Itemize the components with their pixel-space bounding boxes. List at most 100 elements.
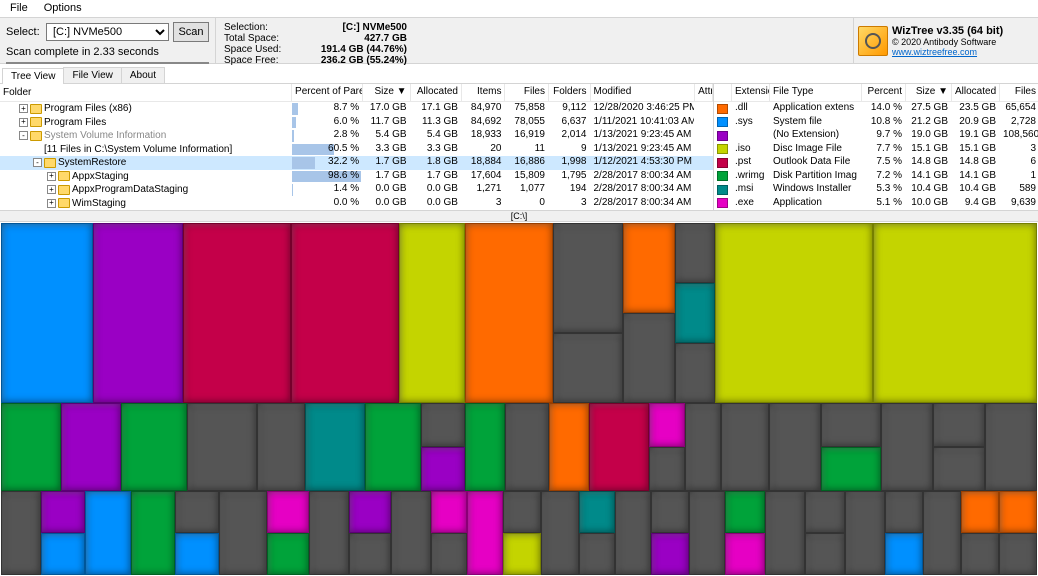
treemap-block[interactable] — [421, 447, 465, 491]
col-ext-size[interactable]: Size ▼ — [906, 84, 952, 101]
treemap-block[interactable] — [467, 491, 503, 575]
treemap-block[interactable] — [553, 333, 623, 403]
ext-row[interactable]: .msiWindows Installer5.3 %10.4 GB10.4 GB… — [714, 183, 1038, 197]
treemap-block[interactable] — [999, 491, 1037, 533]
col-size[interactable]: Size ▼ — [363, 84, 410, 101]
ext-row[interactable]: .pstOutlook Data File7.5 %14.8 GB14.8 GB… — [714, 156, 1038, 170]
treemap-block[interactable] — [923, 491, 961, 575]
treemap-block[interactable] — [431, 491, 467, 533]
treemap-block[interactable] — [623, 223, 675, 313]
treemap-block[interactable] — [421, 403, 465, 447]
col-ext-alloc[interactable]: Allocated — [952, 84, 1000, 101]
treemap-block[interactable] — [649, 403, 685, 447]
treemap-block[interactable] — [465, 223, 553, 403]
treemap-block[interactable] — [175, 491, 219, 533]
treemap-block[interactable] — [821, 403, 881, 447]
treemap-block[interactable] — [431, 533, 467, 575]
treemap-block[interactable] — [715, 223, 873, 403]
treemap-block[interactable] — [885, 491, 923, 533]
treemap-block[interactable] — [399, 223, 465, 403]
treemap-block[interactable] — [61, 403, 121, 491]
treemap-block[interactable] — [589, 403, 649, 491]
treemap-block[interactable] — [579, 491, 615, 533]
treemap-block[interactable] — [503, 533, 541, 575]
treemap-block[interactable] — [961, 533, 999, 575]
treemap-block[interactable] — [1, 223, 93, 403]
expand-icon[interactable]: - — [19, 131, 28, 140]
drive-select[interactable]: [C:] NVMe500 — [46, 23, 169, 41]
treemap-block[interactable] — [765, 491, 805, 575]
folder-row[interactable]: +Program Files (x86)8.7 %17.0 GB17.1 GB8… — [0, 102, 713, 116]
treemap-block[interactable] — [933, 447, 985, 491]
treemap[interactable] — [1, 223, 1037, 575]
treemap-block[interactable] — [649, 447, 685, 491]
treemap-block[interactable] — [503, 491, 541, 533]
tab-tree-view[interactable]: Tree View — [2, 68, 64, 84]
tab-about[interactable]: About — [121, 67, 165, 83]
col-percent[interactable]: Percent of Parent — [292, 84, 363, 101]
col-ext-percent[interactable]: Percent — [862, 84, 906, 101]
expand-icon[interactable]: + — [19, 104, 28, 113]
ext-row[interactable]: .sysSystem file10.8 %21.2 GB20.9 GB2,728 — [714, 116, 1038, 130]
treemap-block[interactable] — [305, 403, 365, 491]
treemap-block[interactable] — [131, 491, 175, 575]
treemap-block[interactable] — [769, 403, 821, 491]
treemap-block[interactable] — [873, 223, 1037, 403]
treemap-block[interactable] — [615, 491, 651, 575]
treemap-block[interactable] — [805, 491, 845, 533]
treemap-block[interactable] — [187, 403, 257, 491]
treemap-block[interactable] — [721, 403, 769, 491]
folder-row[interactable]: +AppxStaging98.6 %1.7 GB1.7 GB17,60415,8… — [0, 170, 713, 184]
treemap-block[interactable] — [579, 533, 615, 575]
col-items[interactable]: Items — [462, 84, 506, 101]
treemap-block[interactable] — [885, 533, 923, 575]
scan-button[interactable]: Scan — [173, 22, 209, 42]
website-link[interactable]: www.wiztreefree.com — [892, 47, 1003, 57]
treemap-block[interactable] — [465, 403, 505, 491]
treemap-block[interactable] — [623, 313, 675, 403]
treemap-block[interactable] — [999, 533, 1037, 575]
treemap-block[interactable] — [675, 283, 715, 343]
col-filetype[interactable]: File Type — [770, 84, 862, 101]
expand-icon[interactable]: - — [33, 158, 42, 167]
treemap-block[interactable] — [85, 491, 131, 575]
folder-row[interactable]: -SystemRestore32.2 %1.7 GB1.8 GB18,88416… — [0, 156, 713, 170]
folder-row[interactable]: +Program Files6.0 %11.7 GB11.3 GB84,6927… — [0, 116, 713, 130]
folder-row[interactable]: +AppxProgramDataStaging1.4 %0.0 GB0.0 GB… — [0, 183, 713, 197]
expand-icon[interactable]: + — [47, 185, 56, 194]
treemap-block[interactable] — [349, 491, 391, 533]
treemap-block[interactable] — [933, 403, 985, 447]
ext-row[interactable]: (No Extension)9.7 %19.0 GB19.1 GB108,560 — [714, 129, 1038, 143]
treemap-block[interactable] — [175, 533, 219, 575]
treemap-block[interactable] — [961, 491, 999, 533]
col-ext-files[interactable]: Files — [1000, 84, 1038, 101]
col-modified[interactable]: Modified — [591, 84, 696, 101]
treemap-block[interactable] — [257, 403, 305, 491]
treemap-block[interactable] — [219, 491, 267, 575]
col-attr[interactable]: Attr — [695, 84, 713, 101]
folder-row[interactable]: -System Volume Information2.8 %5.4 GB5.4… — [0, 129, 713, 143]
treemap-block[interactable] — [675, 223, 715, 283]
ext-row[interactable]: .dllApplication extens14.0 %27.5 GB23.5 … — [714, 102, 1038, 116]
folder-row[interactable]: [11 Files in C:\System Volume Informatio… — [0, 143, 713, 157]
expand-icon[interactable]: + — [47, 172, 56, 181]
treemap-block[interactable] — [309, 491, 349, 575]
treemap-block[interactable] — [725, 491, 765, 533]
col-folders[interactable]: Folders — [549, 84, 591, 101]
treemap-block[interactable] — [291, 223, 399, 403]
expand-icon[interactable]: + — [47, 199, 56, 208]
treemap-block[interactable] — [845, 491, 885, 575]
treemap-block[interactable] — [689, 491, 725, 575]
menu-options[interactable]: Options — [36, 0, 90, 17]
col-folder[interactable]: Folder — [0, 84, 292, 101]
treemap-block[interactable] — [541, 491, 579, 575]
treemap-block[interactable] — [553, 223, 623, 333]
treemap-block[interactable] — [549, 403, 589, 491]
col-allocated[interactable]: Allocated — [411, 84, 462, 101]
treemap-block[interactable] — [183, 223, 291, 403]
treemap-block[interactable] — [41, 491, 85, 533]
treemap-block[interactable] — [41, 533, 85, 575]
ext-row[interactable]: .exeApplication5.1 %10.0 GB9.4 GB9,639 — [714, 197, 1038, 211]
treemap-block[interactable] — [1, 491, 41, 575]
ext-row[interactable]: .isoDisc Image File7.7 %15.1 GB15.1 GB3 — [714, 143, 1038, 157]
